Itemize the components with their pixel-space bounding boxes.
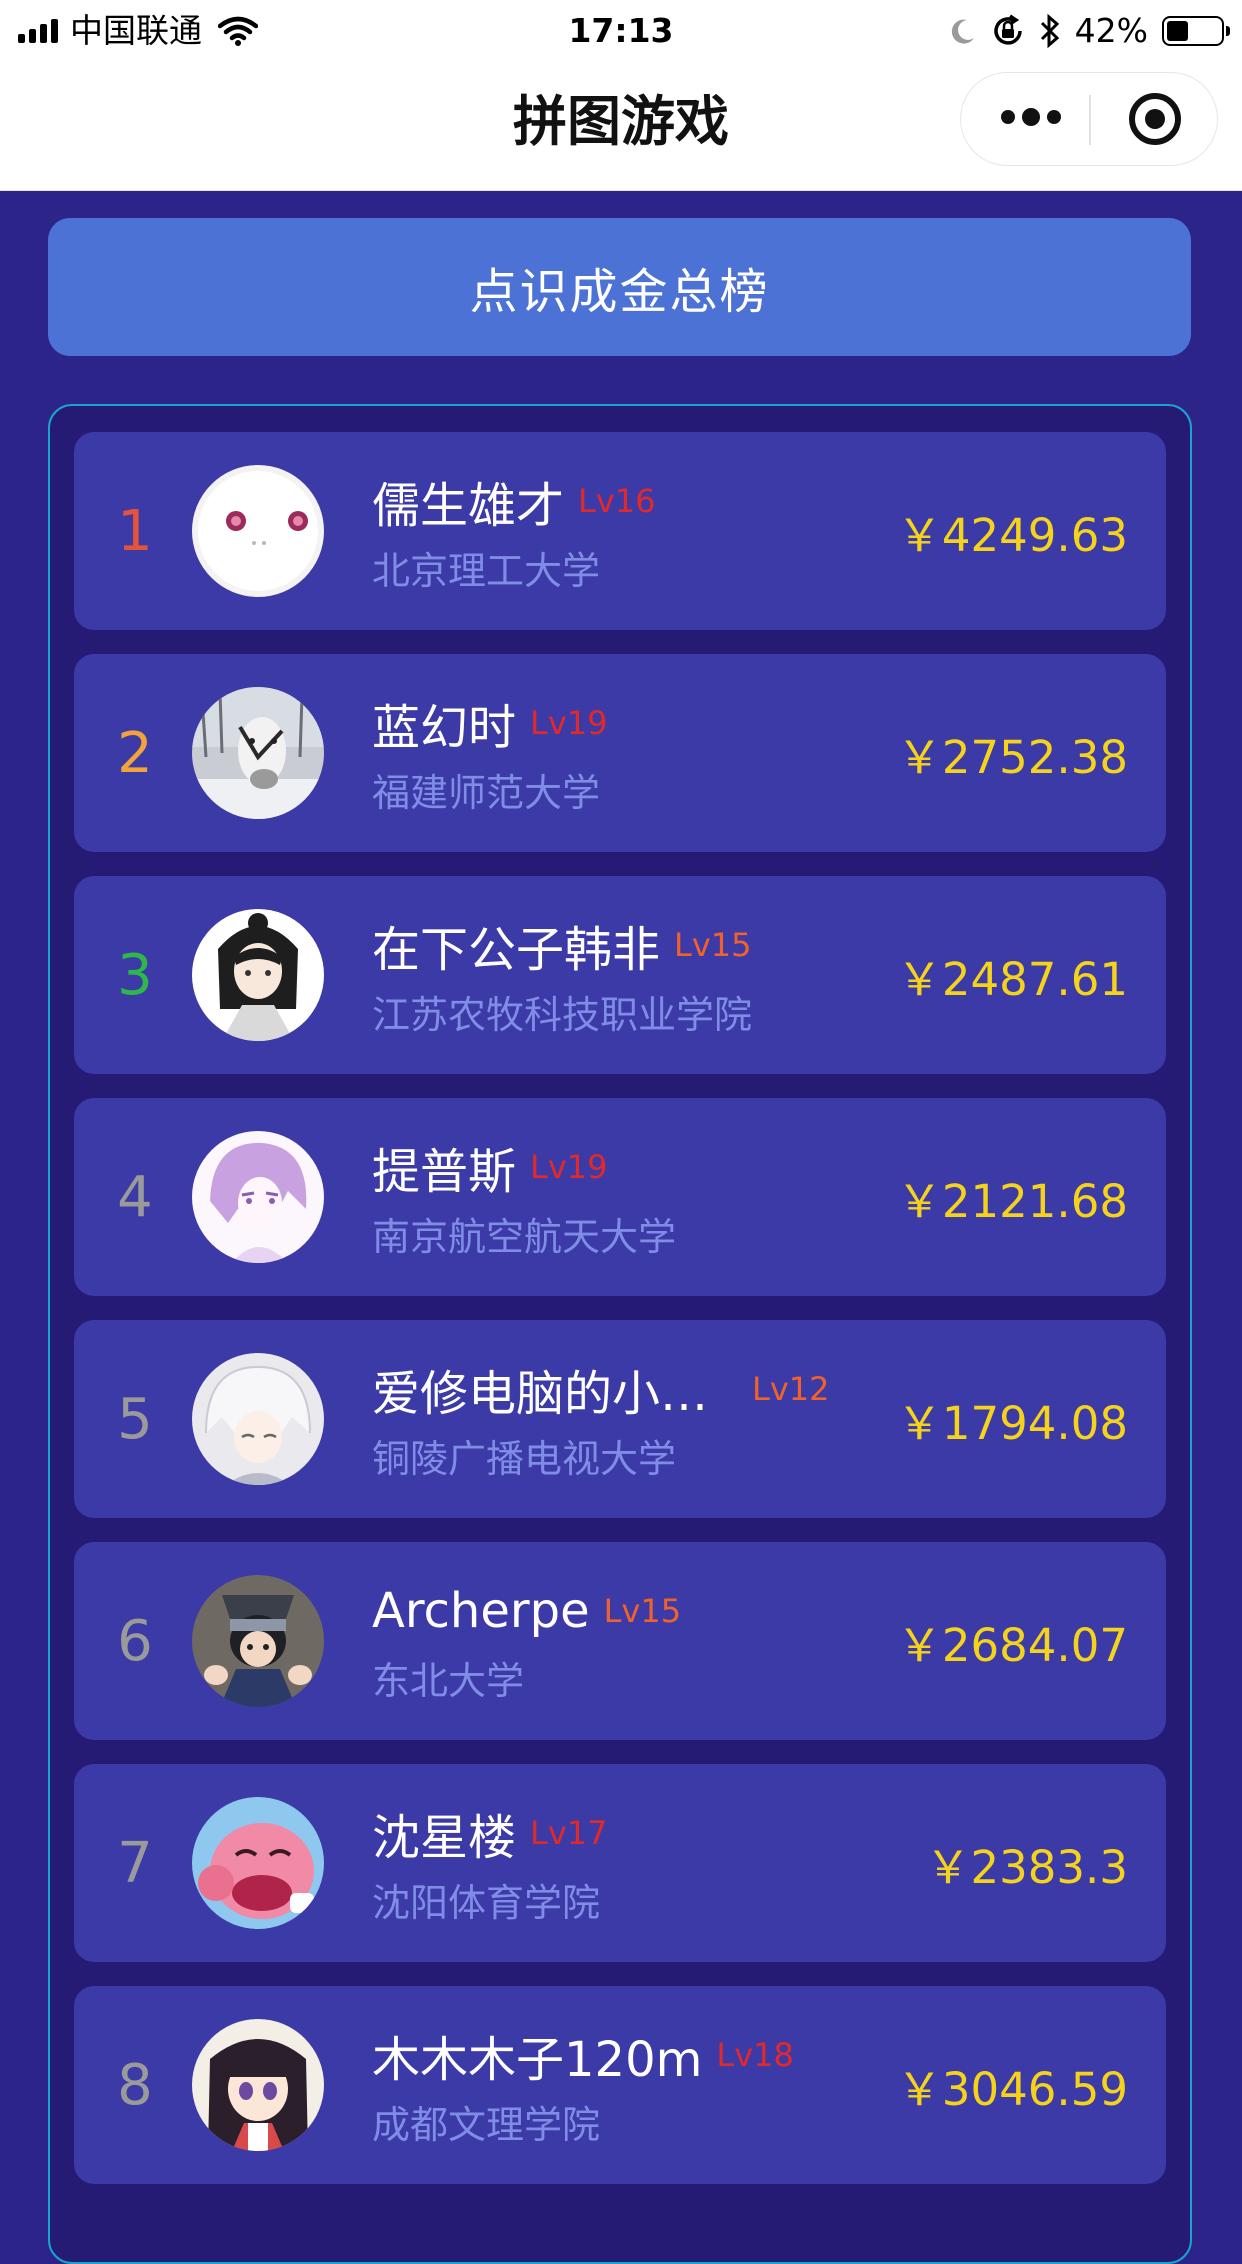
level-badge: Lv19 — [530, 1148, 608, 1186]
level-badge: Lv12 — [752, 1370, 830, 1408]
ranking-row[interactable]: 7 沈星楼 Lv17 沈阳体育学院 ￥2383.3 — [74, 1764, 1166, 1962]
status-bar-right: 42% — [947, 10, 1230, 52]
rank-number: 3 — [117, 942, 153, 1008]
ranking-row[interactable]: 3 在下公子韩非 Lv15 江苏农牧科技职业学院 ￥2487.61 — [74, 876, 1166, 1074]
ranking-row[interactable]: 6 Archerpe Lv15 东北大学 ￥2684.07 — [74, 1542, 1166, 1740]
battery-percentage: 42% — [1074, 11, 1148, 50]
school-name: 江苏农牧科技职业学院 — [372, 993, 753, 1037]
avatar — [192, 1131, 324, 1263]
user-name: 在下公子韩非 — [372, 922, 661, 978]
ranking-row[interactable]: 8 木木木子120m Lv18 成都文理学院 ￥3046.59 — [74, 1986, 1166, 2184]
school-name: 东北大学 — [372, 1659, 525, 1703]
leaderboard-title-button[interactable]: 点识成金总榜 — [48, 218, 1191, 356]
avatar — [192, 909, 324, 1041]
prize-amount: ￥2487.61 — [896, 952, 1128, 1006]
rank-number: 2 — [117, 720, 153, 786]
avatar — [192, 2019, 324, 2151]
level-badge: Lv15 — [603, 1592, 682, 1630]
ranking-row[interactable]: 1 儒生雄才 Lv16 北京理工大学 ￥4249.63 — [74, 432, 1166, 630]
ranking-row[interactable]: 4 提普斯 Lv19 南京航空航天大学 ￥2121.68 — [74, 1098, 1166, 1296]
battery-icon — [1162, 16, 1230, 46]
level-badge: Lv16 — [578, 482, 656, 520]
prize-amount: ￥4249.63 — [896, 508, 1128, 562]
nav-bar: 拼图游戏 — [0, 62, 1242, 191]
prize-amount: ￥2752.38 — [896, 730, 1128, 784]
prize-amount: ￥2121.68 — [896, 1174, 1128, 1228]
level-badge: Lv15 — [674, 926, 752, 964]
level-badge: Lv18 — [716, 2036, 794, 2074]
mini-program-capsule — [960, 72, 1218, 166]
school-name: 南京航空航天大学 — [372, 1215, 677, 1259]
user-name: 爱修电脑的小… — [372, 1366, 709, 1422]
rank-number: 6 — [117, 1608, 153, 1674]
avatar — [192, 1353, 324, 1485]
school-name: 铜陵广播电视大学 — [372, 1437, 677, 1481]
purple-hair-avatar-icon — [192, 1131, 324, 1263]
user-name: 蓝幻时 — [372, 700, 517, 756]
school-name: 福建师范大学 — [372, 771, 601, 815]
horse-avatar-icon — [192, 687, 324, 819]
ranking-row[interactable]: 5 爱修电脑的小… Lv12 铜陵广播电视大学 ￥1794.08 — [74, 1320, 1166, 1518]
white-face-avatar-icon — [192, 465, 324, 597]
user-name: 儒生雄才 — [372, 478, 565, 534]
rank-number: 8 — [117, 2052, 153, 2118]
prize-amount: ￥3046.59 — [896, 2062, 1128, 2116]
battery-fill — [1167, 21, 1188, 41]
more-icon[interactable] — [1001, 108, 1061, 126]
ninja-avatar-icon — [192, 1575, 324, 1707]
avatar — [192, 1797, 324, 1929]
rank-number: 1 — [117, 498, 153, 564]
pink-creature-avatar-icon — [192, 1797, 324, 1929]
user-name: 提普斯 — [372, 1144, 517, 1200]
avatar — [192, 465, 324, 597]
level-badge: Lv17 — [530, 1814, 608, 1852]
bluetooth-icon — [1040, 13, 1059, 49]
avatar — [192, 1575, 324, 1707]
user-name: Archerpe — [372, 1583, 590, 1639]
avatar — [192, 687, 324, 819]
status-bar: 中国联通 17:13 42% — [0, 0, 1242, 62]
school-name: 北京理工大学 — [372, 549, 601, 593]
orientation-lock-icon — [993, 14, 1022, 45]
leaderboard-title: 点识成金总榜 — [469, 264, 770, 320]
rank-number: 7 — [117, 1830, 153, 1896]
anime-girl-avatar-icon — [192, 2019, 324, 2151]
school-name: 成都文理学院 — [372, 2103, 601, 2147]
moon-icon — [951, 19, 974, 44]
user-name: 木木木子120m — [372, 2032, 703, 2088]
level-badge: Lv19 — [530, 704, 608, 742]
prize-amount: ￥2684.07 — [896, 1618, 1128, 1672]
prize-amount: ￥2383.3 — [925, 1840, 1128, 1894]
close-target-icon[interactable] — [1129, 93, 1181, 145]
ranking-row[interactable]: 2 蓝幻时 Lv19 福建师范大学 ￥2752.38 — [74, 654, 1166, 852]
rank-number: 4 — [117, 1164, 153, 1230]
prize-amount: ￥1794.08 — [896, 1396, 1128, 1450]
rank-number: 5 — [117, 1386, 153, 1452]
school-name: 沈阳体育学院 — [372, 1881, 601, 1925]
user-name: 沈星楼 — [372, 1810, 517, 1866]
silver-hair-avatar-icon — [192, 1353, 324, 1485]
anime-scholar-avatar-icon — [192, 909, 324, 1041]
